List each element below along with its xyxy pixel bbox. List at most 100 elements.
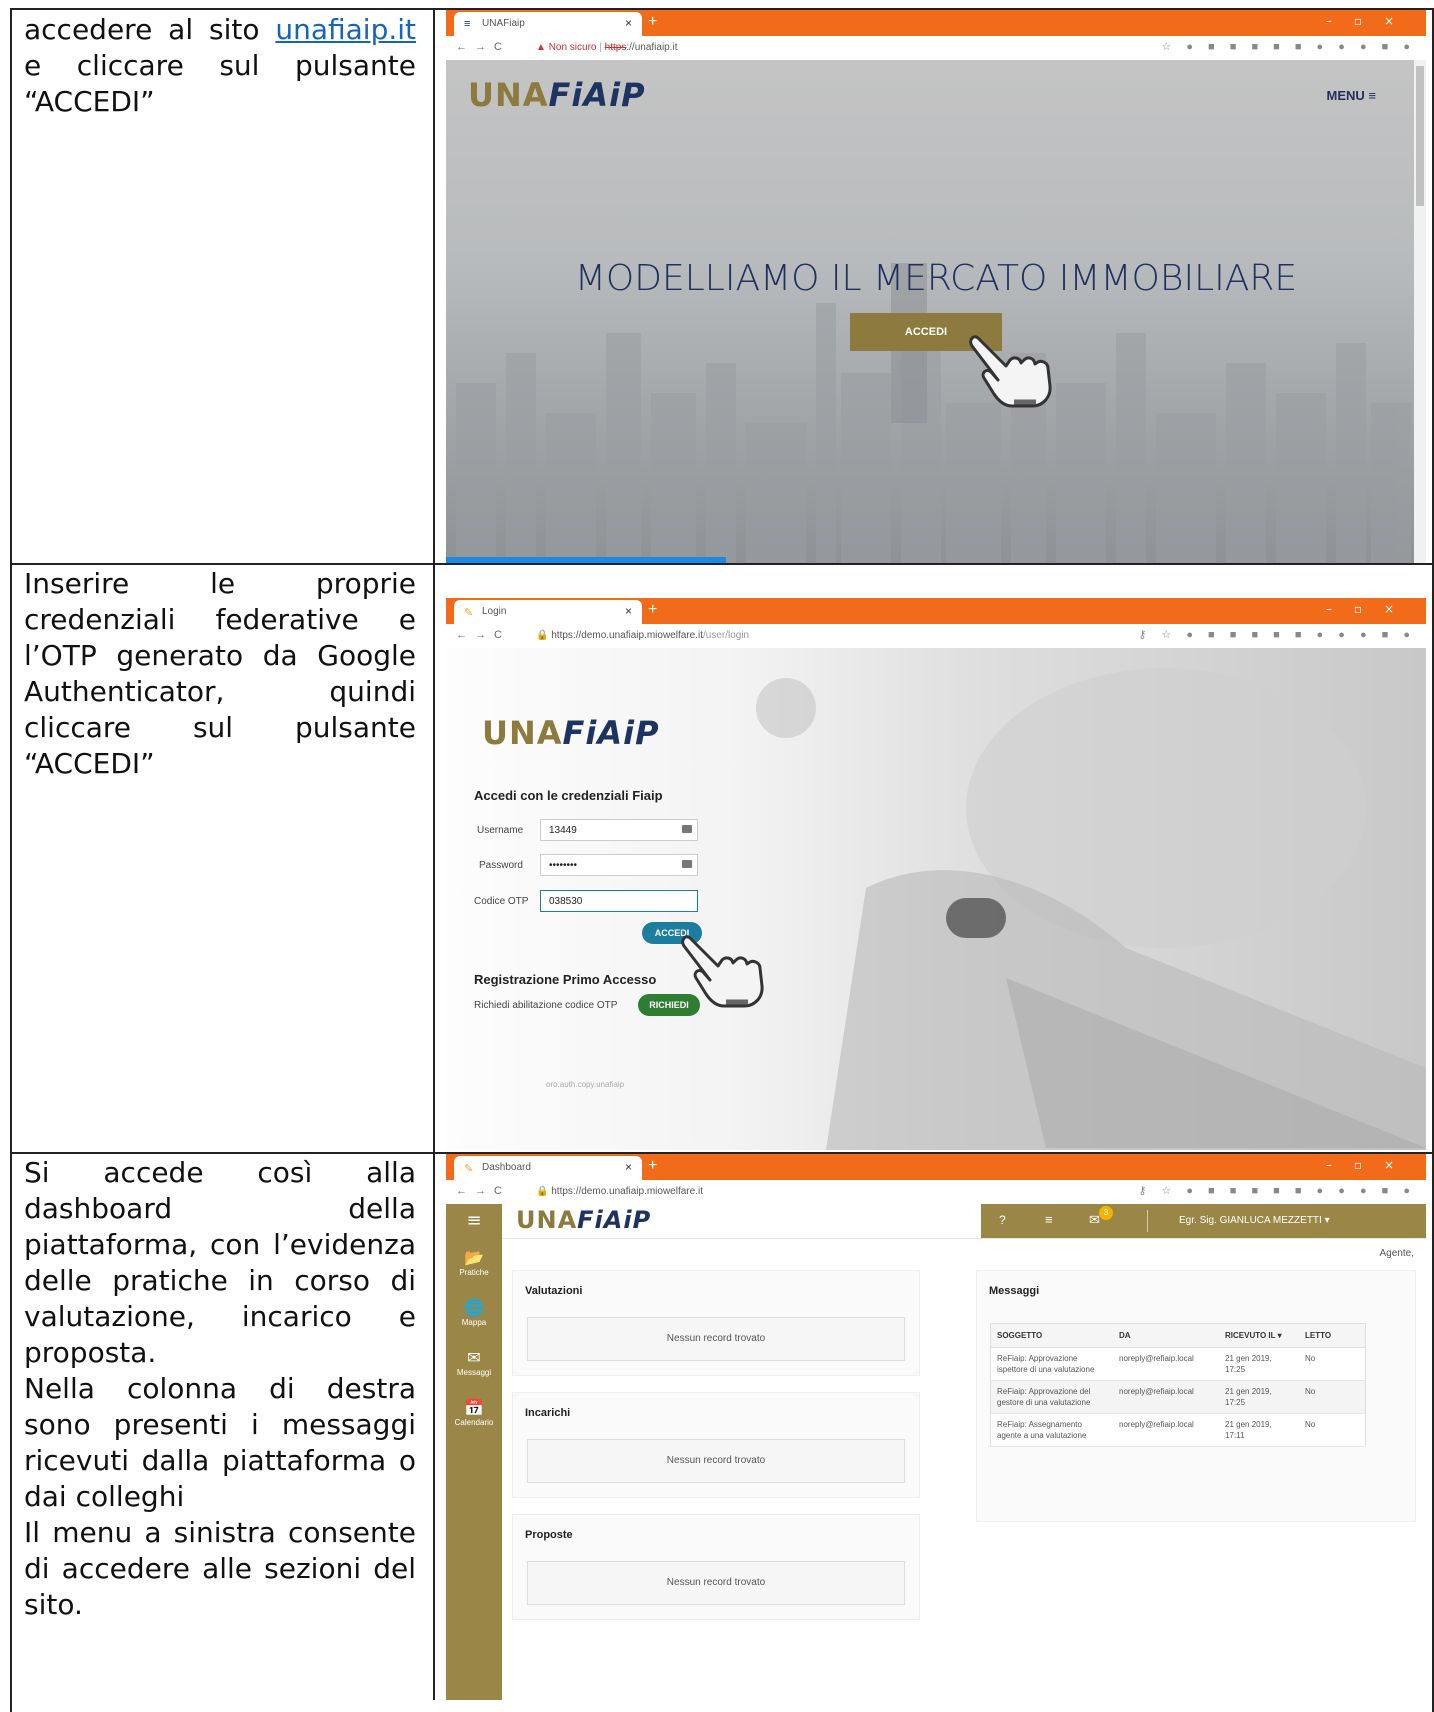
section-title: Valutazioni — [525, 1285, 583, 1297]
sidebar-item-messaggi[interactable]: ✉ Messaggi — [446, 1350, 502, 1377]
header-divider — [1147, 1210, 1148, 1232]
valutazioni-card: Valutazioni Nessun record trovato — [512, 1270, 920, 1376]
extension-icons[interactable]: ⚷ ☆ ● ■ ■ ■ ■ ■ ● ● ● ■ ● — [1138, 1184, 1416, 1197]
column-header[interactable]: SOGGETTO — [990, 1323, 1113, 1348]
cell-received: 21 gen 2019, 17:25 — [1219, 1347, 1299, 1381]
browser-tab[interactable]: ✎ Dashboard × — [454, 1156, 642, 1180]
url-host: https://demo.unafiaip.miowelfare.it — [551, 630, 703, 641]
registration-title: Registrazione Primo Accesso — [474, 972, 657, 987]
nav-buttons-icon[interactable]: ←→C — [456, 41, 510, 53]
section-title: Proposte — [525, 1529, 573, 1541]
sidebar-item-pratiche[interactable]: 📂 Pratiche — [446, 1250, 502, 1277]
messages-badge: 3 — [1099, 1206, 1113, 1220]
fiaip-favicon-icon: ≡ — [464, 18, 471, 30]
url-host: https://demo.unafiaip.miowelfare.it — [551, 1186, 703, 1197]
help-icon[interactable]: ? — [999, 1213, 1006, 1227]
blue-accent-bar — [446, 557, 726, 563]
city-skyline-image — [456, 263, 1411, 563]
hamburger-icon[interactable]: ≡ — [446, 1204, 502, 1238]
header-toolbar: ? ≡ ✉ 3 Egr. Sig. GIANLUCA MEZZETTI ▾ — [981, 1204, 1426, 1238]
cell-from: noreply@refiaip.local — [1113, 1413, 1219, 1447]
login-form-title: Accedi con le credenziali Fiaip — [474, 788, 663, 803]
section-title: Messaggi — [989, 1285, 1040, 1297]
window-controls[interactable]: –▫× — [1326, 14, 1416, 28]
role-label: Agente, — [1379, 1248, 1414, 1259]
globe-icon: 🌐 — [464, 1300, 484, 1317]
cell-received: 21 gen 2019, 17:11 — [1219, 1413, 1299, 1447]
table-row[interactable]: ReFiaip: Approvazione del gestore di una… — [990, 1380, 1366, 1414]
nav-buttons-icon[interactable]: ←→C — [456, 1185, 510, 1197]
hero-title: MODELLIAMO IL MERCATO IMMOBILIARE — [574, 258, 1298, 299]
url-text[interactable]: ▲ Non sicuro | https://unafiaip.it — [536, 42, 678, 53]
messages-table: SOGGETTO DA RICEVUTO IL ▾ LETTO ReFiaip:… — [990, 1323, 1366, 1447]
browser-tab[interactable]: ✎ Login × — [454, 600, 642, 624]
cell-read: No — [1299, 1413, 1366, 1447]
empty-state: Nessun record trovato — [527, 1439, 905, 1483]
address-bar[interactable]: ←→C ▲ Non sicuro | https://unafiaip.it ☆… — [446, 36, 1426, 61]
otp-field[interactable]: 038530 — [540, 890, 698, 912]
tab-bar: ✎ Dashboard × + –▫× — [446, 1154, 1426, 1180]
cell-subject: ReFiaip: Approvazione ispettore di una v… — [990, 1347, 1113, 1381]
warning-icon: ▲ — [536, 42, 546, 53]
column-header[interactable]: RICEVUTO IL ▾ — [1219, 1323, 1299, 1348]
browser-tab[interactable]: ≡ UNAFiaip × — [454, 12, 642, 36]
column-header[interactable]: DA — [1113, 1323, 1219, 1348]
window-controls[interactable]: –▫× — [1326, 602, 1416, 616]
calendar-icon: 📅 — [464, 1400, 484, 1417]
sidebar-item-mappa[interactable]: 🌐 Mappa — [446, 1300, 502, 1327]
url-text[interactable]: 🔒 https://demo.unafiaip.miowelfare.it — [536, 1186, 703, 1197]
office-background-image — [756, 668, 1426, 1150]
lock-icon: 🔒 — [536, 630, 549, 641]
registration-text: Richiedi abilitazione codice OTP — [474, 1000, 618, 1011]
cell-read: No — [1299, 1380, 1366, 1414]
username-field[interactable]: 13449 — [540, 819, 698, 841]
dashboard-favicon-icon: ✎ — [464, 1163, 474, 1175]
login-favicon-icon: ✎ — [464, 607, 474, 619]
pointing-hand-icon — [969, 335, 1052, 408]
user-menu[interactable]: Egr. Sig. GIANLUCA MEZZETTI ▾ — [1179, 1215, 1330, 1226]
browser-window-dashboard: ✎ Dashboard × + –▫× ←→C 🔒 https://demo.u… — [446, 1154, 1426, 1700]
table-row[interactable]: ReFiaip: Approvazione ispettore di una v… — [990, 1347, 1366, 1381]
new-tab-icon[interactable]: + — [648, 13, 657, 31]
cell-received: 21 gen 2019, 17:25 — [1219, 1380, 1299, 1414]
otp-label: Codice OTP — [474, 896, 529, 907]
sidebar-item-calendario[interactable]: 📅 Calendario — [446, 1400, 502, 1427]
messaggi-card: Messaggi SOGGETTO DA RICEVUTO IL ▾ LETTO… — [976, 1270, 1416, 1522]
username-label: Username — [477, 825, 524, 836]
close-tab-icon[interactable]: × — [625, 16, 632, 30]
address-bar[interactable]: ←→C 🔒 https://demo.unafiaip.miowelfare.i… — [446, 1180, 1426, 1205]
url-text[interactable]: 🔒 https://demo.unafiaip.miowelfare.it/us… — [536, 630, 749, 641]
browser-window-login: ✎ Login × + –▫× ←→C 🔒 https://demo.unafi… — [446, 598, 1426, 1150]
window-controls[interactable]: –▫× — [1326, 1158, 1416, 1172]
new-tab-icon[interactable]: + — [648, 601, 657, 619]
address-bar[interactable]: ←→C 🔒 https://demo.unafiaip.miowelfare.i… — [446, 624, 1426, 649]
section-title: Incarichi — [525, 1407, 571, 1419]
menu-button[interactable]: MENU ≡ — [1327, 88, 1376, 103]
keyboard-icon — [682, 860, 692, 868]
richiedi-button[interactable]: RICHIEDI — [638, 994, 700, 1016]
unafiaip-link[interactable]: unafiaip.it — [275, 13, 416, 46]
browser-window-home: ≡ UNAFiaip × + –▫× ←→C ▲ Non sicuro | ht… — [446, 10, 1426, 563]
list-icon[interactable]: ≡ — [1045, 1212, 1053, 1227]
table-row[interactable]: ReFiaip: Assegnamento agente a una valut… — [990, 1413, 1366, 1447]
instruction-step-3: Si accede così alla dashboard della piat… — [24, 1156, 416, 1621]
column-header[interactable]: LETTO — [1299, 1323, 1366, 1348]
hero-section: UNAFiAiP MENU ≡ MODELLIAMO IL MERCATO IM… — [446, 60, 1426, 563]
extension-icons[interactable]: ⚷ ☆ ● ■ ■ ■ ■ ■ ● ● ● ■ ● — [1138, 628, 1416, 641]
instruction-step-2: Inserire le proprie credenziali federati… — [24, 567, 416, 780]
lock-icon: 🔒 — [536, 1186, 549, 1197]
login-page: UNAFiAiP Accedi con le credenziali Fiaip… — [446, 648, 1426, 1150]
tab-bar: ≡ UNAFiaip × + –▫× — [446, 10, 1426, 36]
app-sidebar: ≡ 📂 Pratiche 🌐 Mappa ✉ Messaggi 📅 Calendario — [446, 1204, 502, 1700]
page-scrollbar[interactable] — [1414, 60, 1426, 563]
unafiaip-logo: UNAFiAiP — [482, 714, 660, 752]
unafiaip-logo: UNAFiAiP — [468, 76, 646, 114]
url-host: ://unafiaip.it — [626, 42, 678, 53]
extension-icons[interactable]: ☆ ● ■ ■ ■ ■ ■ ● ● ● ■ ● — [1161, 40, 1416, 53]
password-field[interactable]: •••••••• — [540, 854, 698, 876]
nav-buttons-icon[interactable]: ←→C — [456, 629, 510, 641]
tab-title: Dashboard — [482, 1162, 531, 1173]
close-tab-icon[interactable]: × — [625, 604, 632, 618]
close-tab-icon[interactable]: × — [625, 1160, 632, 1174]
new-tab-icon[interactable]: + — [648, 1157, 657, 1175]
